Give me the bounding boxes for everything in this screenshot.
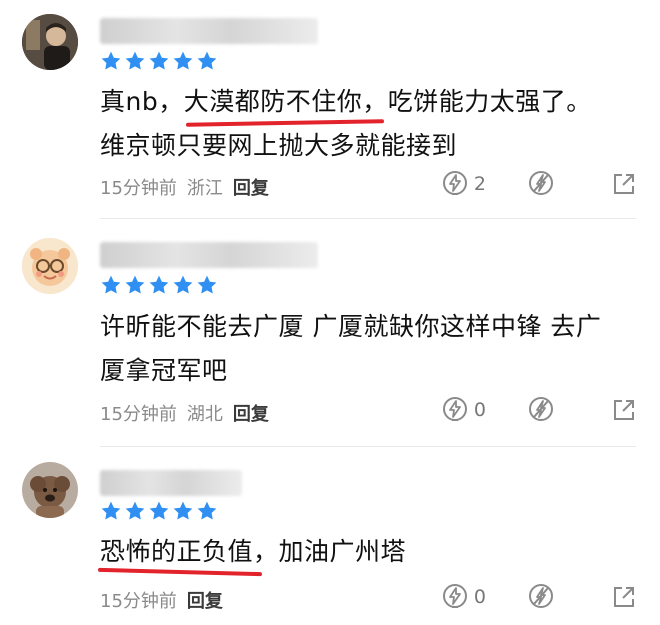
rating-stars — [100, 274, 218, 296]
comment-text-line: 真nb，大漠都防不住你，吃饼能力太强了。 — [100, 87, 592, 116]
lightning-like-icon — [442, 584, 467, 608]
share-button[interactable] — [612, 172, 636, 196]
star-icon — [197, 501, 217, 520]
avatar[interactable] — [22, 14, 78, 70]
comment-text: 真nb，大漠都防不住你，吃饼能力太强了。 维京顿只要网上抛大多就能接到 — [100, 80, 640, 168]
comment-text: 许昕能不能去广厦 广厦就缺你这样中锋 去广 厦拿冠军吧 — [100, 305, 640, 393]
like-count: 0 — [473, 399, 486, 421]
share-icon — [614, 400, 634, 420]
username-blurred[interactable] — [100, 18, 318, 44]
star-icon — [125, 51, 145, 70]
star-icon — [101, 275, 121, 294]
reply-button[interactable]: 回复 — [233, 174, 269, 200]
comment-time: 15分钟前 — [100, 404, 177, 425]
comment-time: 15分钟前 — [100, 178, 177, 199]
like-button[interactable]: 0 — [442, 583, 486, 611]
reply-button[interactable]: 回复 — [233, 400, 269, 426]
star-icon — [173, 275, 193, 294]
comment-location: 湖北 — [186, 404, 223, 425]
avatar-photo — [22, 14, 78, 70]
star-icon — [173, 51, 193, 70]
comment-meta: 15分钟前 浙江 回复 — [100, 174, 269, 200]
star-icon — [101, 501, 121, 520]
star-icon — [125, 275, 145, 294]
rating-stars — [100, 50, 218, 72]
dislike-button[interactable] — [528, 583, 554, 611]
comment-actions: 0 — [442, 396, 636, 424]
lightning-dislike-icon — [529, 397, 553, 421]
comment-text-line: 恐怖的正负值，加油广州塔 — [100, 537, 407, 566]
comment-actions: 2 — [442, 170, 636, 198]
dislike-button[interactable] — [528, 396, 554, 424]
like-button[interactable]: 0 — [442, 396, 486, 424]
star-icon — [149, 275, 169, 294]
share-icon — [614, 587, 634, 607]
username-blurred[interactable] — [100, 242, 318, 268]
star-icon — [149, 51, 169, 70]
divider — [100, 446, 636, 447]
comment-time: 15分钟前 — [100, 591, 177, 612]
dislike-button[interactable] — [528, 170, 554, 198]
like-button[interactable]: 2 — [442, 170, 486, 198]
dog-avatar-icon — [22, 462, 78, 518]
username-blurred[interactable] — [100, 470, 242, 496]
star-icon — [149, 501, 169, 520]
share-button[interactable] — [612, 398, 636, 422]
avatar[interactable] — [22, 238, 78, 294]
like-count: 0 — [473, 586, 486, 608]
comment-text-line: 维京顿只要网上抛大多就能接到 — [100, 131, 458, 160]
lightning-like-icon — [442, 171, 467, 195]
star-icon — [125, 501, 145, 520]
star-icon — [197, 275, 217, 294]
comment-actions: 0 — [442, 583, 636, 611]
lightning-like-icon — [442, 397, 467, 421]
star-icon — [197, 51, 217, 70]
comment-text: 恐怖的正负值，加油广州塔 — [100, 530, 640, 574]
cartoon-avatar-icon — [22, 238, 78, 294]
lightning-dislike-icon — [529, 171, 553, 195]
divider — [100, 218, 636, 219]
rating-stars — [100, 500, 218, 522]
star-icon — [173, 501, 193, 520]
reply-button[interactable]: 回复 — [187, 587, 223, 613]
share-icon — [614, 174, 634, 194]
comment-location: 浙江 — [186, 178, 223, 199]
comment-text-line: 许昕能不能去广厦 广厦就缺你这样中锋 去广 — [100, 312, 602, 341]
lightning-dislike-icon — [529, 584, 553, 608]
like-count: 2 — [473, 173, 486, 195]
share-button[interactable] — [612, 585, 636, 609]
comment-meta: 15分钟前 回复 — [100, 587, 223, 613]
comment-meta: 15分钟前 湖北 回复 — [100, 400, 269, 426]
comment-text-line: 厦拿冠军吧 — [100, 356, 228, 385]
avatar[interactable] — [22, 462, 78, 518]
star-icon — [101, 51, 121, 70]
